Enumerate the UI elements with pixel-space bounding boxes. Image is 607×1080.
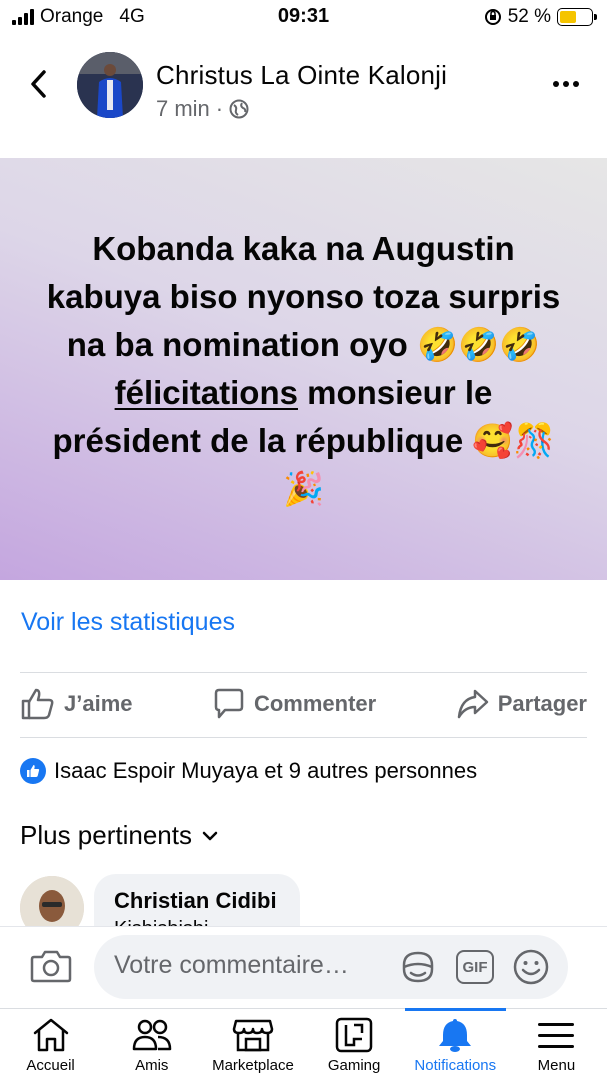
tab-amis[interactable]: Amis: [101, 1009, 202, 1080]
gif-button[interactable]: GIF: [456, 950, 494, 984]
camera-button[interactable]: [30, 947, 72, 990]
battery-percent: 52 %: [507, 6, 551, 27]
chevron-left-icon: [31, 70, 46, 98]
friends-icon: [132, 1019, 171, 1051]
sort-label: Plus pertinents: [20, 820, 192, 850]
share-label: Partager: [497, 691, 587, 716]
home-icon: [33, 1018, 68, 1052]
bell-icon: [439, 1019, 472, 1052]
hashtag-link[interactable]: félicitations: [115, 374, 298, 411]
post-meta: 7 min ·: [156, 96, 249, 122]
like-reaction-icon: [20, 758, 46, 784]
tab-notifications[interactable]: Notifications: [404, 1008, 507, 1080]
tab-label: Accueil: [26, 1057, 75, 1074]
emoji-icon[interactable]: [512, 948, 550, 986]
commenter-avatar[interactable]: [20, 876, 84, 926]
battery-icon: [557, 8, 597, 26]
author-name[interactable]: Christus La Ointe Kalonji: [156, 60, 447, 91]
back-button[interactable]: [24, 66, 54, 102]
status-right: 52 %: [484, 6, 597, 28]
view-stats-link[interactable]: Voir les statistiques: [21, 608, 235, 637]
comment-composer: Votre commentaire… GIF: [0, 926, 607, 1008]
comment-label: Commenter: [253, 691, 377, 716]
reactions-text: Isaac Espoir Muyaya et 9 autres personne…: [54, 758, 478, 783]
tab-accueil[interactable]: Accueil: [0, 1009, 101, 1080]
globe-icon: [229, 99, 249, 119]
like-button[interactable]: J’aime: [20, 687, 133, 721]
comment-item: Christian Cidibi Kishishishi: [20, 874, 587, 926]
comment-placeholder: Votre commentaire…: [114, 951, 349, 979]
more-options-button[interactable]: [553, 74, 583, 94]
comment-button[interactable]: Commenter: [212, 687, 376, 721]
post-time[interactable]: 7 min: [156, 96, 210, 122]
more-dot: [563, 81, 569, 87]
composer-icons: GIF: [398, 947, 550, 987]
tab-menu[interactable]: Menu: [506, 1009, 607, 1080]
meta-separator: ·: [215, 96, 224, 121]
thumbs-up-icon: [21, 688, 54, 720]
chevron-down-icon: [202, 831, 218, 840]
status-bar: Orange 4G 09:31 52 %: [0, 0, 607, 34]
share-button[interactable]: Partager: [456, 687, 587, 721]
comment-bubble[interactable]: Christian Cidibi Kishishishi: [94, 874, 300, 926]
more-dot: [553, 81, 559, 87]
commenter-name[interactable]: Christian Cidibi: [114, 888, 280, 914]
tab-label: Notifications: [414, 1057, 497, 1074]
avatar-sticker-icon[interactable]: [398, 947, 438, 987]
reactions-summary[interactable]: Isaac Espoir Muyaya et 9 autres personne…: [20, 758, 477, 784]
tab-label: Gaming: [327, 1057, 381, 1074]
tab-label: Amis: [135, 1057, 169, 1074]
comment-sort-dropdown[interactable]: Plus pertinents: [20, 820, 218, 851]
bottom-tab-bar: Accueil Amis Marketplace Gaming Notifica…: [0, 1008, 607, 1080]
tab-marketplace[interactable]: Marketplace: [202, 1009, 303, 1080]
post-header: Christus La Ointe Kalonji 7 min ·: [0, 44, 607, 144]
post-text-start: Kobanda kaka na Augustin kabuya biso nyo…: [46, 230, 561, 363]
tab-gaming[interactable]: Gaming: [304, 1009, 405, 1080]
comment-text: Kishishishi: [114, 918, 280, 926]
gaming-icon: [335, 1017, 373, 1053]
post-actions: J’aime Commenter Partager: [20, 672, 587, 736]
share-icon: [457, 689, 488, 719]
post-body: Kobanda kaka na Augustin kabuya biso nyo…: [0, 158, 607, 580]
camera-icon: [30, 950, 72, 983]
divider: [20, 737, 587, 738]
tab-label: Menu: [537, 1057, 576, 1074]
comment-input[interactable]: Votre commentaire… GIF: [94, 935, 568, 999]
author-avatar[interactable]: [77, 52, 143, 118]
menu-icon: [538, 1023, 575, 1048]
avatar-photo: [77, 52, 143, 118]
marketplace-icon: [232, 1019, 274, 1052]
commenter-photo: [20, 876, 84, 926]
tab-label: Marketplace: [212, 1057, 294, 1074]
more-dot: [573, 81, 579, 87]
like-label: J’aime: [64, 691, 133, 716]
orientation-lock-icon: [484, 9, 501, 25]
post-text: Kobanda kaka na Augustin kabuya biso nyo…: [40, 225, 567, 513]
comment-icon: [214, 688, 244, 719]
